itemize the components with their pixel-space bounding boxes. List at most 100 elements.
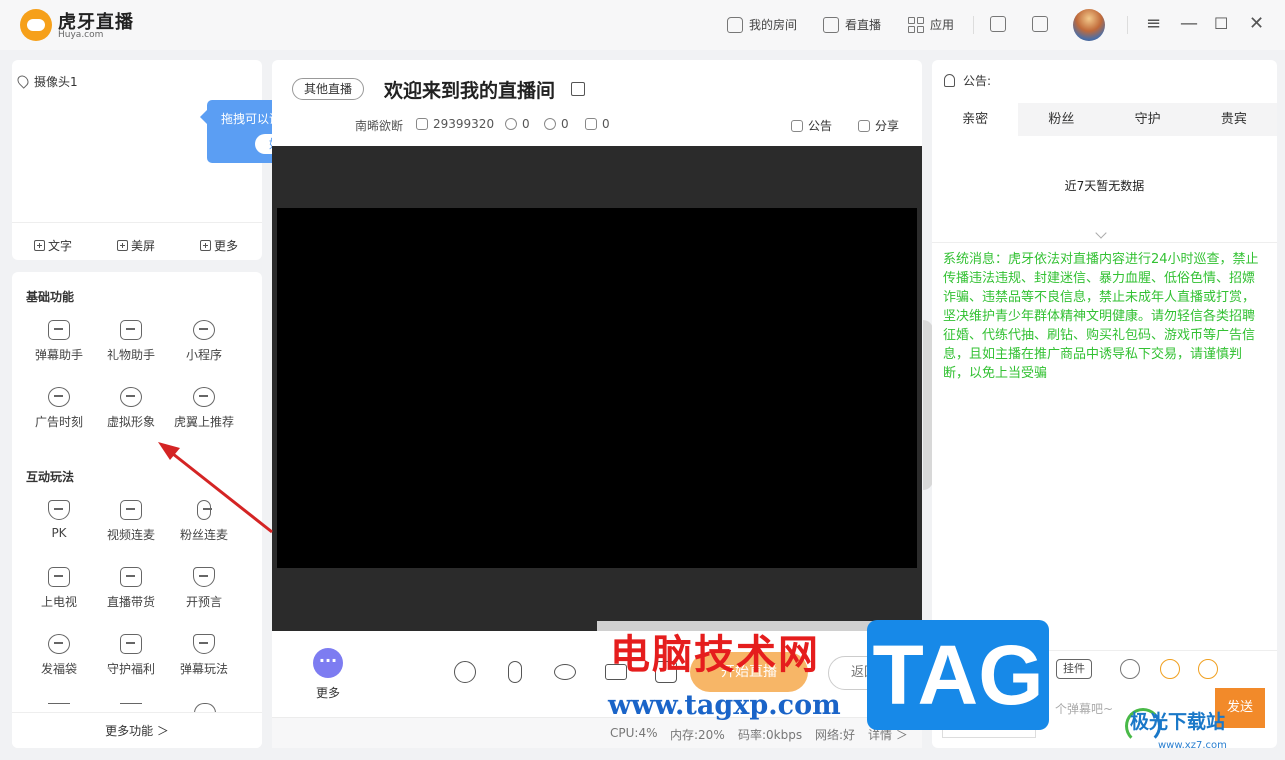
feature-live-commerce[interactable]: 直播带货 <box>96 567 166 610</box>
announcement-label: 公告: <box>963 74 992 88</box>
house-icon <box>416 118 428 130</box>
plus-icon <box>34 240 45 251</box>
beauty-face-icon[interactable] <box>454 661 476 683</box>
eye-icon[interactable] <box>554 664 576 680</box>
shop-icon <box>120 567 142 587</box>
feature-pk[interactable]: PK <box>24 500 94 540</box>
owner-name-text: 南晞欲断 <box>355 119 404 133</box>
notice-button[interactable]: 公告 <box>791 117 832 134</box>
cpu-status: CPU:4% <box>610 726 658 740</box>
tv-icon <box>48 567 70 587</box>
feature-danmaku-assistant[interactable]: 弹幕助手 <box>24 320 94 363</box>
feature-gift-assistant[interactable]: 礼物助手 <box>96 320 166 363</box>
add-text-label: 文字 <box>48 239 73 253</box>
feature-on-tv[interactable]: 上电视 <box>24 567 94 610</box>
danmaku-icon <box>48 320 70 340</box>
more-button[interactable]: ··· <box>313 648 343 678</box>
room-id-text: 29399320 <box>433 117 495 131</box>
share-button-label: 分享 <box>875 119 900 133</box>
memory-status: 内存:20% <box>670 728 725 742</box>
virtual-avatar-icon <box>120 387 142 407</box>
likes-count: 0 <box>544 117 569 131</box>
feature-mini-program[interactable]: 小程序 <box>169 320 239 363</box>
more-label: 更多 <box>316 686 341 700</box>
bitrate-status: 码率:0kbps <box>738 728 803 742</box>
apps-grid-icon <box>908 16 924 33</box>
add-more-label: 更多 <box>214 239 239 253</box>
gift-icon <box>120 320 142 340</box>
system-message: 系统消息：虎牙依法对直播内容进行24小时巡查，禁止传播违法违规、封建迷信、暴力血… <box>943 252 1259 381</box>
watermark-text: 电脑技术网 <box>610 631 820 678</box>
minimize-icon[interactable]: — <box>1180 14 1198 34</box>
divider <box>973 16 974 34</box>
share-button[interactable]: 分享 <box>858 117 899 134</box>
camera-source-label: 摄像头1 <box>34 75 78 89</box>
feature-label: PK <box>51 526 67 540</box>
danmaku-play-icon <box>193 634 215 654</box>
tab-guard[interactable]: 守护 <box>1105 103 1191 136</box>
feature-label: 礼物助手 <box>106 348 155 362</box>
plus-icon <box>200 240 211 251</box>
calendar-icon <box>1032 16 1048 32</box>
emoji-icon[interactable] <box>1160 659 1180 679</box>
trophy-icon <box>193 567 215 587</box>
close-icon[interactable]: ✕ <box>1249 14 1264 34</box>
feature-label: 广告时刻 <box>34 415 83 429</box>
feature-prediction[interactable]: 开预言 <box>169 567 239 610</box>
audience-tabs: 亲密 粉丝 守护 贵宾 <box>932 103 1277 136</box>
feature-huyi-recommend[interactable]: 虎翼上推荐 <box>169 387 239 430</box>
sticker-icon[interactable] <box>1198 659 1218 679</box>
flame-icon <box>193 387 215 407</box>
basic-functions-title: 基础功能 <box>26 290 75 304</box>
message-button[interactable] <box>990 16 1006 32</box>
category-tag[interactable]: 其他直播 <box>292 78 365 100</box>
calendar-button[interactable] <box>1032 16 1048 32</box>
menu-icon[interactable]: ≡ <box>1146 14 1161 34</box>
video-preview[interactable] <box>277 208 917 568</box>
feature-virtual-avatar[interactable]: 虚拟形象 <box>96 387 166 430</box>
megaphone-icon <box>791 119 803 132</box>
play-icon <box>823 16 839 33</box>
feature-guard-welfare[interactable]: 守护福利 <box>96 634 166 677</box>
avatar[interactable] <box>1073 9 1105 41</box>
coin-icon <box>48 387 70 407</box>
shares-count: 0 <box>585 117 610 131</box>
nav-apps[interactable]: 应用 <box>908 16 954 33</box>
nav-my-room[interactable]: 我的房间 <box>727 16 797 33</box>
lucky-bag-icon <box>48 634 70 654</box>
pendant-button[interactable]: 挂件 <box>1056 659 1092 679</box>
video-link-icon <box>120 500 142 520</box>
fans-count-text: 0 <box>522 117 530 131</box>
pk-icon <box>48 500 70 520</box>
microphone-icon[interactable] <box>508 661 522 683</box>
owner-name: 南晞欲断 <box>355 117 403 134</box>
camera-source-item[interactable]: 摄像头1 <box>15 72 78 90</box>
watermark-url: www.tagxp.com <box>608 690 841 721</box>
brand-watermark-url: www.xz7.com <box>1158 740 1227 751</box>
feature-label: 弹幕玩法 <box>179 662 228 676</box>
tab-vip[interactable]: 贵宾 <box>1191 103 1277 136</box>
add-more-button[interactable]: 更多 <box>200 237 238 254</box>
edit-icon[interactable] <box>571 82 585 96</box>
feature-danmaku-play[interactable]: 弹幕玩法 <box>169 634 239 677</box>
nav-watch-live[interactable]: 看直播 <box>823 16 881 33</box>
mini-program-icon <box>193 320 215 340</box>
cloud-icon[interactable] <box>1120 659 1140 679</box>
add-text-button[interactable]: 文字 <box>34 237 72 254</box>
more-functions-button[interactable]: 更多功能 ＞ <box>12 712 262 748</box>
feature-lucky-bag[interactable]: 发福袋 <box>24 634 94 677</box>
shares-count-text: 0 <box>602 117 610 131</box>
feature-label: 小程序 <box>185 348 222 362</box>
interactive-title: 互动玩法 <box>26 470 75 484</box>
feature-label: 虎翼上推荐 <box>173 415 234 429</box>
plus-icon <box>117 240 128 251</box>
watermark-tag-logo: TAG <box>867 620 1049 730</box>
room-title: 欢迎来到我的直播间 <box>384 80 556 102</box>
maximize-icon[interactable]: ☐ <box>1214 14 1228 34</box>
tab-intimacy[interactable]: 亲密 <box>932 103 1019 136</box>
feature-label: 开预言 <box>185 595 222 609</box>
feature-ad-moment[interactable]: 广告时刻 <box>24 387 94 430</box>
tab-fans[interactable]: 粉丝 <box>1018 103 1104 136</box>
add-beauty-button[interactable]: 美屏 <box>117 237 155 254</box>
nav-my-room-label: 我的房间 <box>749 18 798 32</box>
